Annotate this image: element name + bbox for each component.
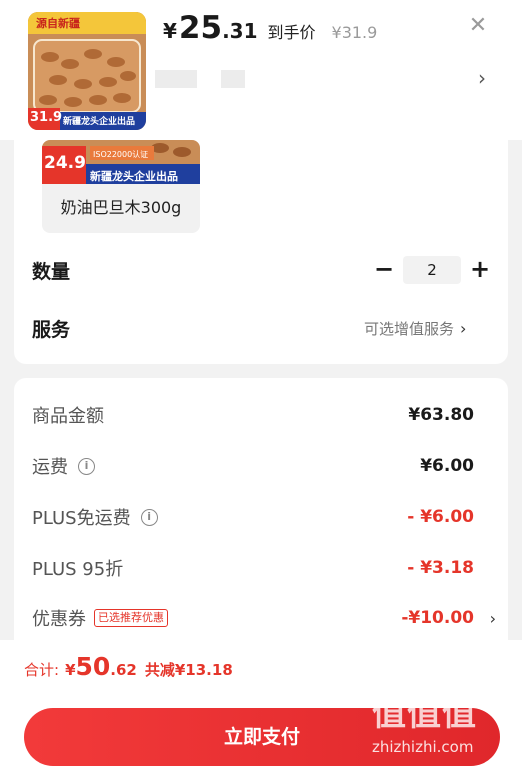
goods-amount-label: 商品金额 [32,406,104,427]
shipping-value: ¥6.00 [420,456,474,476]
plus-discount-value: - ¥3.18 [407,558,474,578]
price-integer: 25 [178,10,223,46]
close-icon[interactable]: ✕ [466,14,490,38]
chevron-right-icon[interactable]: › [478,66,486,90]
chevron-right-icon[interactable]: › [490,609,496,628]
quantity-input[interactable]: 2 [403,256,461,284]
product-thumbnail: 源自新疆 31.9 新疆龙头企业出品 [28,12,146,130]
product-price: ¥ 25 .31 到手价 ¥31.9 [163,10,377,50]
variant-image-price: 24.9 [44,153,86,173]
thumb-banner: 新疆龙头企业出品 [63,117,136,127]
service-label: 服务 [32,319,71,341]
total-label: 合计: [24,661,60,679]
thumb-price: 31.9 [30,110,63,125]
coupon-row[interactable]: 优惠券 已选推荐优惠 -¥10.00 › [32,604,496,632]
service-selector[interactable]: 可选增值服务 › [364,318,466,339]
info-icon[interactable]: i [140,508,158,526]
shipping-label: 运费 [32,457,68,478]
price-tag: 到手价 [267,23,316,42]
total-decimal: .62 [110,661,137,679]
quantity-decrement-button[interactable]: − [374,256,394,282]
watermark-logo: 值值值 zhizhizhi.com [372,686,518,770]
price-decimal: .31 [222,19,258,43]
variant-image-cert: ISO22000认证 [93,150,149,159]
coupon-label: 优惠券 [32,609,86,630]
total-integer: 50 [75,652,111,681]
service-hint: 可选增值服务 [364,320,455,338]
chevron-right-icon: › [460,319,467,338]
quantity-label: 数量 [32,261,71,283]
options-card: 24.9 ISO22000认证 新疆龙头企业出品 奶油巴旦木300g 数量 − … [14,140,508,364]
plus-discount-label: PLUS 95折 [32,559,124,580]
coupon-value: -¥10.00 [401,608,474,628]
price-currency: ¥ [163,19,177,43]
plus-free-shipping-label: PLUS免运费 [32,508,131,529]
watermark-logo-text: 值值值 [372,694,477,734]
total-currency: ¥ [65,661,76,679]
original-price: ¥31.9 [331,23,378,42]
plus-free-shipping-value: - ¥6.00 [407,507,474,527]
variant-image-banner: 新疆龙头企业出品 [90,170,178,183]
product-header: 源自新疆 31.9 新疆龙头企业出品 ¥ 25 .31 到手价 ¥31.9 ✕ … [0,0,522,140]
total-saved: 共减¥13.18 [144,661,233,679]
info-icon[interactable]: i [78,457,95,475]
coupon-badge: 已选推荐优惠 [94,609,168,627]
plus-discount-row: PLUS 95折 - ¥3.18 [32,554,474,582]
shipping-row: 运费 i ¥6.00 [32,452,474,480]
goods-amount-row: 商品金额 ¥63.80 [32,401,474,429]
fee-breakdown-card: 商品金额 ¥63.80 运费 i ¥6.00 PLUS免运费 i - ¥6.00… [14,378,508,640]
loading-placeholder [155,70,197,88]
quantity-increment-button[interactable]: + [470,256,490,282]
plus-free-shipping-row: PLUS免运费 i - ¥6.00 [32,503,474,531]
thumb-badge: 源自新疆 [36,17,80,30]
goods-amount-value: ¥63.80 [408,405,474,425]
loading-placeholder [221,70,245,88]
variant-label: 奶油巴旦木300g [60,198,182,217]
variant-option[interactable]: 24.9 ISO22000认证 新疆龙头企业出品 奶油巴旦木300g [42,140,200,233]
watermark-url: zhizhizhi.com [372,738,474,756]
order-total: 合计: ¥ 50 .62 共减¥13.18 [24,652,233,681]
